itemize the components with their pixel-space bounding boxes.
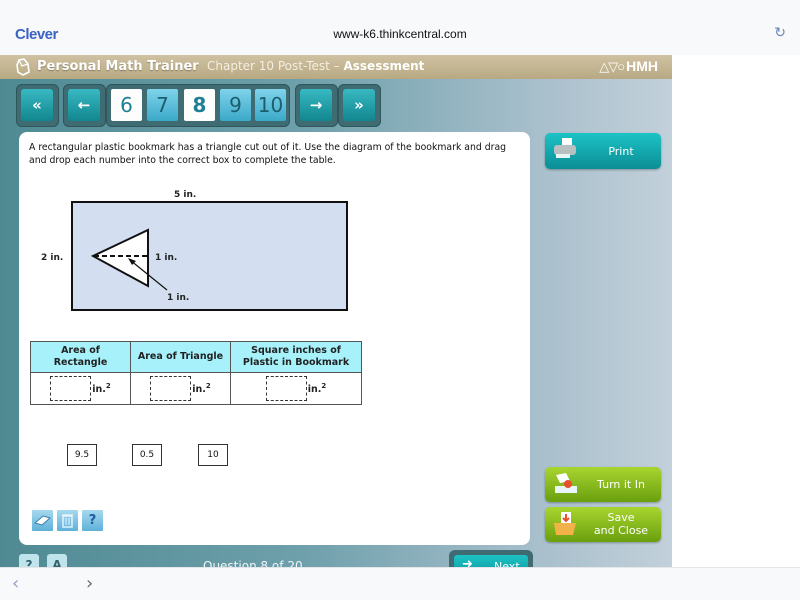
drag-tile-0-5[interactable]: 0.5 bbox=[132, 444, 162, 466]
save-label-line-1: Save bbox=[607, 511, 635, 524]
trash-button[interactable] bbox=[57, 510, 78, 531]
drop-box-rectangle[interactable] bbox=[50, 376, 92, 401]
prev-page-group: ← bbox=[63, 84, 106, 127]
left-arrow-icon: ← bbox=[77, 96, 91, 114]
header-plastic-area: Square inches of Plastic in Bookmark bbox=[230, 341, 362, 373]
last-page-button[interactable]: » bbox=[343, 89, 375, 121]
hmh-logo: △▽○ HMH bbox=[599, 58, 658, 75]
turn-it-in-button[interactable]: Turn it In bbox=[545, 467, 661, 502]
header-area-triangle: Area of Triangle bbox=[130, 341, 231, 373]
title-separator: – bbox=[329, 59, 344, 73]
print-label: Print bbox=[608, 145, 634, 158]
page-6-button[interactable]: 6 bbox=[111, 89, 142, 121]
pmt-app: Personal Math Trainer Chapter 10 Post-Te… bbox=[0, 55, 672, 575]
triangle-base-label: 1 in. bbox=[155, 253, 177, 263]
chapter-label: Chapter 10 Post-Test bbox=[207, 59, 330, 73]
last-page-group: » bbox=[338, 84, 381, 127]
assessment-context: Chapter 10 Post-Test – Assessment bbox=[207, 59, 424, 73]
turn-it-in-label: Turn it In bbox=[597, 478, 645, 491]
help-icon: ? bbox=[88, 513, 97, 528]
mode-label: Assessment bbox=[343, 59, 425, 73]
first-page-group: « bbox=[16, 84, 59, 127]
pmt-logo-icon bbox=[15, 58, 31, 76]
save-folder-icon bbox=[554, 512, 576, 535]
rect-height-label: 2 in. bbox=[41, 253, 63, 263]
double-left-arrow-icon: « bbox=[32, 96, 42, 114]
page-9-button[interactable]: 9 bbox=[220, 89, 251, 121]
answer-table: Area of Rectangle Area of Triangle Squar… bbox=[30, 341, 362, 405]
trash-icon bbox=[62, 514, 73, 528]
reload-icon[interactable]: ↻ bbox=[774, 25, 786, 41]
first-page-button[interactable]: « bbox=[21, 89, 53, 121]
drop-box-plastic[interactable] bbox=[265, 376, 307, 401]
browser-forward-icon[interactable]: › bbox=[86, 573, 93, 594]
browser-url-bar: Clever www-k6.thinkcentral.com ↻ bbox=[0, 18, 800, 55]
save-and-close-button[interactable]: Save and Close bbox=[545, 507, 661, 542]
next-page-group: → bbox=[295, 84, 338, 127]
status-bar bbox=[0, 0, 800, 18]
eraser-icon bbox=[33, 515, 52, 526]
cell-plastic-area: in.2 bbox=[230, 372, 362, 405]
app-header: Personal Math Trainer Chapter 10 Post-Te… bbox=[0, 55, 672, 79]
unit-label: in.2 bbox=[92, 381, 111, 396]
turn-in-icon bbox=[555, 473, 577, 493]
drag-tile-9-5[interactable]: 9.5 bbox=[67, 444, 97, 466]
question-prompt: A rectangular plastic bookmark has a tri… bbox=[29, 142, 507, 166]
drag-tile-10[interactable]: 10 bbox=[198, 444, 228, 466]
next-page-button[interactable]: → bbox=[300, 89, 332, 121]
save-label-line-2: and Close bbox=[593, 524, 649, 537]
page-numbers-group: 6 7 8 9 10 bbox=[106, 84, 290, 127]
page-8-button[interactable]: 8 bbox=[184, 89, 215, 121]
hmh-brand: HMH bbox=[626, 58, 658, 74]
unit-label: in.2 bbox=[192, 381, 211, 396]
prev-page-button[interactable]: ← bbox=[68, 89, 100, 121]
help-button[interactable]: ? bbox=[82, 510, 103, 531]
right-arrow-icon: → bbox=[309, 96, 323, 114]
unit-label: in.2 bbox=[307, 381, 327, 396]
page-7-button[interactable]: 7 bbox=[147, 89, 178, 121]
header-area-rectangle: Area of Rectangle bbox=[30, 341, 131, 373]
url-text[interactable]: www-k6.thinkcentral.com bbox=[0, 27, 800, 41]
cell-area-rectangle: in.2 bbox=[30, 372, 131, 405]
bookmark-diagram: 5 in. 2 in. 1 in. 1 in. bbox=[41, 190, 348, 311]
print-button[interactable]: Print bbox=[545, 133, 661, 169]
page-10-button[interactable]: 10 bbox=[255, 89, 286, 121]
question-card: A rectangular plastic bookmark has a tri… bbox=[19, 132, 530, 545]
hmh-shapes-icon: △▽○ bbox=[599, 59, 625, 74]
eraser-button[interactable] bbox=[32, 510, 53, 531]
drop-box-triangle[interactable] bbox=[150, 376, 192, 401]
triangle-height-label: 1 in. bbox=[167, 293, 189, 303]
browser-toolbar: ‹ › bbox=[0, 567, 800, 600]
question-pager: « ← 6 7 8 9 10 → » bbox=[0, 84, 400, 128]
app-title: Personal Math Trainer bbox=[37, 59, 199, 74]
rect-width-label: 5 in. bbox=[174, 190, 196, 200]
printer-icon bbox=[554, 138, 576, 158]
cell-area-triangle: in.2 bbox=[130, 372, 231, 405]
blank-right-area bbox=[672, 55, 800, 575]
browser-back-icon[interactable]: ‹ bbox=[12, 573, 19, 594]
double-right-arrow-icon: » bbox=[354, 96, 364, 114]
